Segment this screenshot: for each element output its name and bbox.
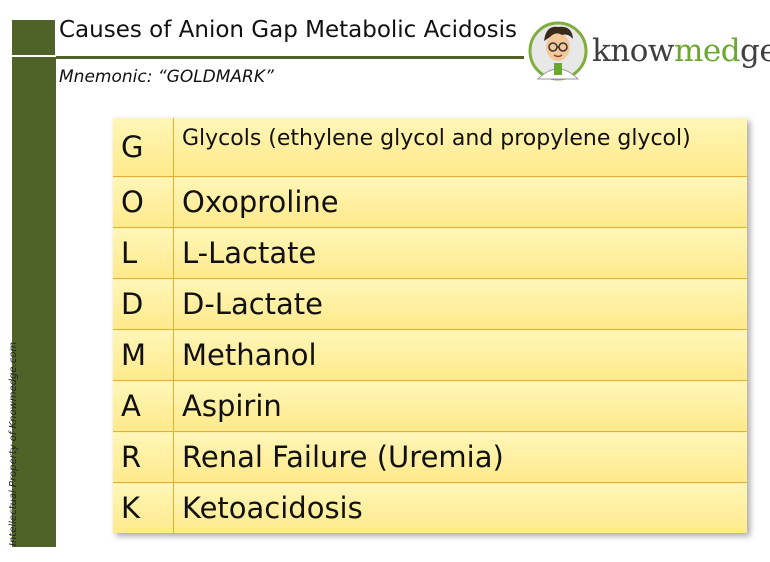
- table-row: A Aspirin: [113, 380, 747, 432]
- accent-block: [12, 20, 55, 55]
- page-title: Causes of Anion Gap Metabolic Acidosis: [59, 17, 518, 43]
- table-row: D D-Lactate: [113, 278, 747, 330]
- mnemonic-letter: R: [113, 431, 174, 483]
- mnemonic-letter: O: [113, 176, 174, 228]
- doctor-avatar-icon: [528, 21, 588, 81]
- mnemonic-letter: G: [113, 118, 174, 177]
- mnemonic-cause: Glycols (ethylene glycol and propylene g…: [173, 118, 747, 177]
- table-row: K Ketoacidosis: [113, 482, 747, 533]
- mnemonic-letter: M: [113, 329, 174, 381]
- mnemonic-letter: L: [113, 227, 174, 279]
- page-subtitle: Mnemonic: “GOLDMARK”: [59, 67, 274, 87]
- mnemonic-table: G Glycols (ethylene glycol and propylene…: [113, 118, 747, 533]
- slide: Causes of Anion Gap Metabolic Acidosis M…: [0, 0, 770, 562]
- mnemonic-cause: Oxoproline: [173, 176, 747, 228]
- copyright-notice: Intellectual Property of Knowmedge.com: [8, 341, 19, 546]
- table-row: M Methanol: [113, 329, 747, 381]
- mnemonic-cause: Aspirin: [173, 380, 747, 432]
- logo-text-know: know: [592, 33, 674, 69]
- mnemonic-letter: D: [113, 278, 174, 330]
- table-row: R Renal Failure (Uremia): [113, 431, 747, 483]
- table-row: L L-Lactate: [113, 227, 747, 279]
- table-row: G Glycols (ethylene glycol and propylene…: [113, 118, 747, 177]
- mnemonic-cause: Renal Failure (Uremia): [173, 431, 747, 483]
- table-row: O Oxoproline: [113, 176, 747, 228]
- mnemonic-cause: D-Lactate: [173, 278, 747, 330]
- mnemonic-cause: Methanol: [173, 329, 747, 381]
- mnemonic-cause: Ketoacidosis: [173, 482, 747, 533]
- title-underline: [56, 56, 524, 59]
- logo-text-med: med: [673, 33, 741, 69]
- logo-wordmark: knowmedge: [592, 33, 770, 69]
- logo-text-ge: ge: [740, 33, 770, 69]
- mnemonic-letter: A: [113, 380, 174, 432]
- mnemonic-letter: K: [113, 482, 174, 533]
- knowmedge-logo: knowmedge: [528, 15, 770, 87]
- mnemonic-cause: L-Lactate: [173, 227, 747, 279]
